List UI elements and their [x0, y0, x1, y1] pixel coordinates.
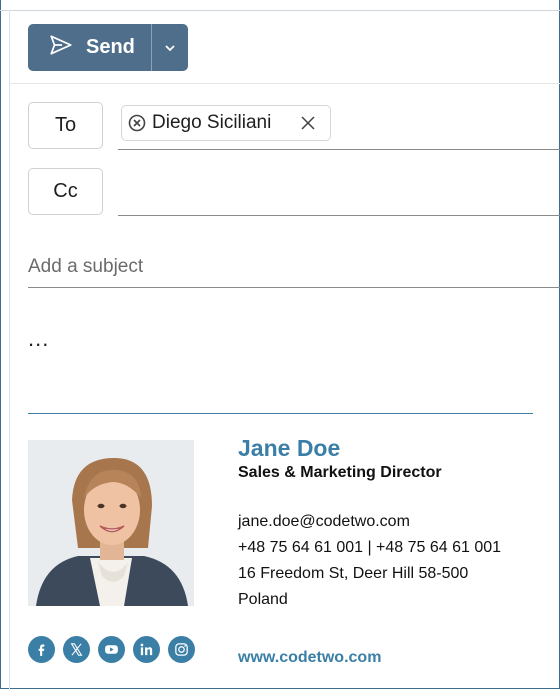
- social-links: [28, 636, 195, 663]
- send-options-dropdown[interactable]: [152, 24, 188, 71]
- top-border: [0, 10, 560, 11]
- subject-underline: [28, 287, 560, 288]
- chevron-down-icon: [165, 44, 175, 51]
- to-button[interactable]: To: [28, 102, 103, 149]
- facebook-icon[interactable]: [28, 636, 55, 663]
- subject-input[interactable]: [28, 253, 560, 281]
- send-label: Send: [86, 36, 135, 58]
- signature-website-link[interactable]: www.codetwo.com: [238, 649, 381, 667]
- send-button[interactable]: Send: [28, 24, 151, 71]
- message-body[interactable]: ...: [28, 326, 49, 352]
- recipient-name: Diego Siciliani: [152, 112, 272, 133]
- instagram-icon[interactable]: [168, 636, 195, 663]
- remove-recipient-icon[interactable]: [300, 115, 316, 131]
- signature-email: jane.doe@codetwo.com: [238, 513, 410, 530]
- left-border: [9, 10, 10, 690]
- signature-title: Sales & Marketing Director: [238, 464, 442, 481]
- signature-photo: [28, 440, 194, 606]
- signature-divider: [28, 413, 533, 414]
- linkedin-icon[interactable]: [133, 636, 160, 663]
- youtube-icon[interactable]: [98, 636, 125, 663]
- signature-phone: +48 75 64 61 001 | +48 75 64 61 001: [238, 539, 502, 556]
- signature-country: Poland: [238, 591, 288, 608]
- cc-field-underline: [118, 215, 560, 216]
- x-icon[interactable]: [63, 636, 90, 663]
- unresolved-status-icon: [128, 114, 146, 132]
- toolbar-separator: [10, 83, 560, 84]
- to-field-underline: [118, 149, 560, 150]
- send-icon: [48, 32, 86, 63]
- send-split-button: Send: [28, 24, 188, 71]
- recipient-chip[interactable]: Diego Siciliani: [121, 105, 331, 141]
- cc-button[interactable]: Cc: [28, 168, 103, 215]
- signature-address: 16 Freedom St, Deer Hill 58-500: [238, 565, 469, 582]
- signature-name: Jane Doe: [238, 435, 341, 461]
